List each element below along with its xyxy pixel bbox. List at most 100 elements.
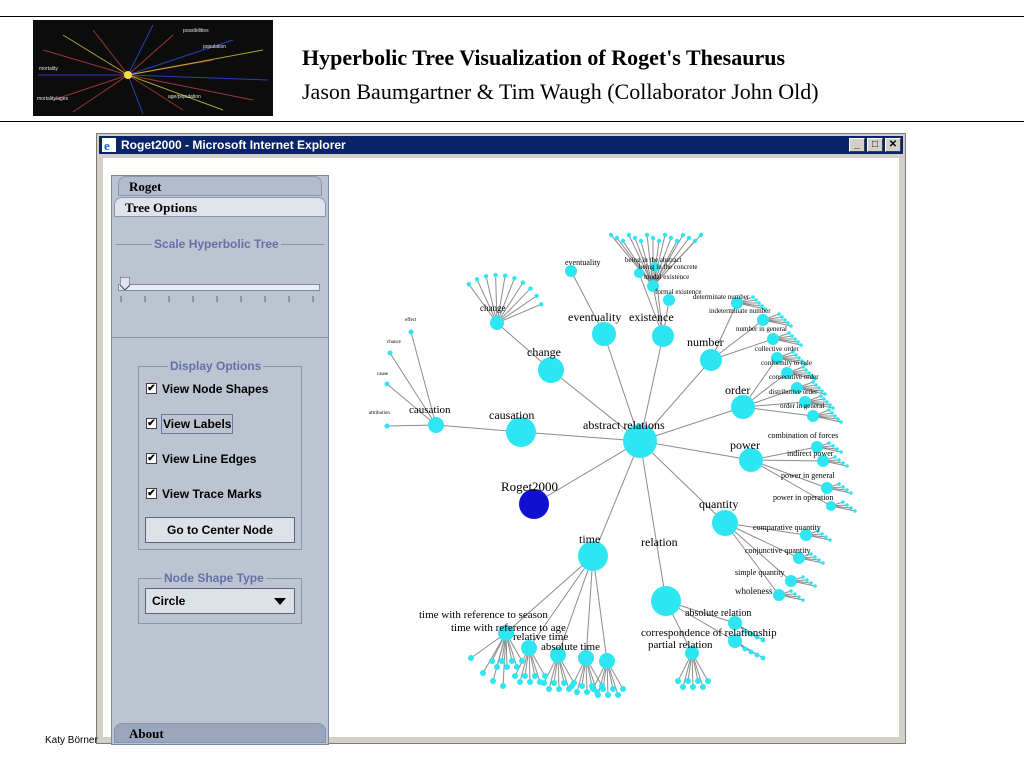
tree-node[interactable]	[680, 232, 686, 238]
tree-node[interactable]	[813, 584, 817, 588]
tree-node[interactable]	[541, 680, 547, 686]
tree-node[interactable]	[824, 535, 828, 539]
checkbox-view-node-shapes[interactable]: ✔ View Node Shapes	[146, 380, 296, 398]
tree-node[interactable]	[534, 293, 539, 299]
tree-node[interactable]	[590, 686, 596, 692]
checkbox-box[interactable]: ✔	[146, 383, 157, 394]
tree-node-change[interactable]	[538, 357, 564, 383]
tree-node[interactable]	[620, 238, 626, 244]
tree-node[interactable]	[514, 664, 520, 670]
tree-node[interactable]	[813, 555, 817, 559]
tree-node[interactable]	[662, 232, 668, 238]
tree-node[interactable]	[794, 353, 798, 357]
tree-node[interactable]	[789, 324, 793, 328]
tree-node[interactable]	[705, 678, 711, 684]
tree-node[interactable]	[849, 491, 853, 495]
scale-slider-thumb[interactable]	[119, 277, 130, 290]
tree-node[interactable]	[773, 589, 785, 601]
tree-node[interactable]	[805, 578, 809, 582]
tree-node[interactable]	[825, 400, 829, 404]
tree-node[interactable]	[841, 485, 845, 489]
tree-node[interactable]	[620, 686, 626, 692]
tree-node[interactable]	[542, 673, 548, 679]
tree-node[interactable]	[638, 238, 644, 244]
tree-node[interactable]	[569, 683, 575, 689]
tree-node[interactable]	[584, 689, 590, 695]
scale-slider-track[interactable]	[118, 284, 320, 291]
tree-node[interactable]	[767, 333, 779, 345]
tree-node[interactable]	[837, 458, 841, 462]
tree-node[interactable]	[504, 664, 510, 670]
tree-node[interactable]	[480, 670, 486, 676]
tree-node[interactable]	[814, 383, 818, 387]
tree-node[interactable]	[674, 238, 680, 244]
tree-node[interactable]	[656, 238, 662, 244]
close-button[interactable]: ✕	[885, 138, 901, 152]
tree-node[interactable]	[520, 280, 526, 285]
tree-node[interactable]	[823, 392, 827, 396]
checkbox-view-labels[interactable]: ✔ View Labels	[146, 414, 296, 434]
tree-node[interactable]	[757, 301, 761, 305]
tree-node[interactable]	[644, 232, 650, 238]
tree-node[interactable]	[595, 692, 601, 698]
tree-node[interactable]	[680, 684, 686, 690]
tree-node-order[interactable]	[731, 395, 755, 419]
tree-node[interactable]	[468, 655, 474, 661]
tree-node[interactable]	[466, 281, 471, 287]
tree-node[interactable]	[793, 592, 797, 596]
tree-node-existence[interactable]	[652, 325, 674, 347]
tree-node[interactable]	[754, 652, 760, 658]
tree-node[interactable]	[833, 455, 837, 459]
tree-node[interactable]	[700, 684, 706, 690]
tree-node[interactable]	[695, 678, 701, 684]
tree-node[interactable]	[830, 411, 834, 415]
tree-node[interactable]	[574, 689, 580, 695]
tree-node[interactable]	[841, 461, 845, 465]
tree-node[interactable]	[841, 500, 845, 504]
tree-node[interactable]	[831, 444, 835, 448]
tree-node[interactable]	[494, 664, 500, 670]
tree-node[interactable]	[807, 410, 819, 422]
tree-node[interactable]	[493, 272, 498, 278]
tree-node[interactable]	[835, 447, 839, 451]
tree-node[interactable]	[615, 692, 621, 698]
tree-node[interactable]	[408, 329, 414, 335]
tree-node[interactable]	[692, 238, 698, 244]
tree-node[interactable]	[801, 575, 805, 579]
node-shape-select[interactable]: Circle	[145, 588, 295, 614]
tree-node[interactable]	[780, 315, 784, 319]
tree-node[interactable]	[650, 235, 656, 241]
tree-node[interactable]	[626, 232, 632, 238]
tree-node[interactable]	[608, 232, 614, 238]
tree-node[interactable]	[839, 450, 843, 454]
tree-node[interactable]	[614, 235, 620, 241]
tree-node[interactable]	[754, 298, 758, 302]
checkbox-view-line-edges[interactable]: ✔ View Line Edges	[146, 450, 296, 468]
tree-node-relation[interactable]	[651, 586, 681, 616]
tree-node[interactable]	[522, 673, 528, 679]
tree-node[interactable]	[686, 235, 692, 241]
tree-node[interactable]	[790, 334, 794, 338]
tree-node[interactable]	[610, 686, 616, 692]
tree-node[interactable]	[826, 501, 836, 511]
tree-node[interactable]	[801, 598, 805, 602]
tree-node[interactable]	[837, 482, 841, 486]
tree-node[interactable]	[490, 678, 496, 684]
checkbox-box[interactable]: ✔	[146, 418, 157, 429]
checkbox-view-trace-marks[interactable]: ✔ View Trace Marks	[146, 485, 296, 503]
tree-node[interactable]	[836, 417, 840, 421]
tree-node[interactable]	[539, 302, 544, 307]
tree-node[interactable]	[742, 646, 748, 652]
tab-tree-options[interactable]: Tree Options	[114, 197, 326, 217]
tree-node[interactable]	[632, 235, 638, 241]
tree-node[interactable]	[845, 503, 849, 507]
tree-node[interactable]	[828, 538, 832, 542]
go-to-center-node-button[interactable]: Go to Center Node	[145, 517, 295, 543]
tree-node[interactable]	[783, 318, 787, 322]
tree-node[interactable]	[827, 408, 831, 412]
tree-node[interactable]	[428, 417, 444, 433]
tree-node[interactable]	[787, 331, 791, 335]
tree-node[interactable]	[605, 692, 611, 698]
checkbox-box[interactable]: ✔	[146, 453, 157, 464]
tree-node[interactable]	[599, 653, 615, 669]
